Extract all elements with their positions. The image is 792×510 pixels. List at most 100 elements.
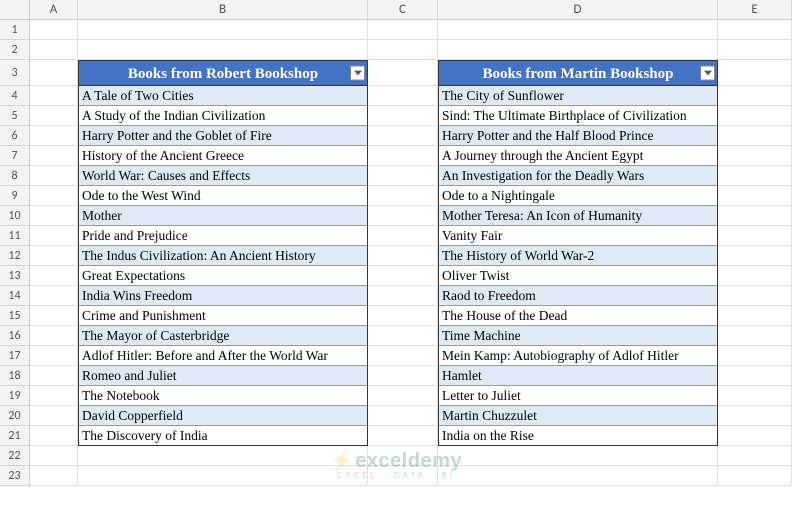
cell-E5[interactable] — [718, 106, 792, 126]
cell-E21[interactable] — [718, 426, 792, 446]
cell-A21[interactable] — [30, 426, 78, 446]
cell-E18[interactable] — [718, 366, 792, 386]
cell-A3[interactable] — [30, 60, 78, 86]
table-row[interactable]: The City of Sunflower — [438, 86, 718, 106]
cell-C15[interactable] — [368, 306, 438, 326]
cell-C14[interactable] — [368, 286, 438, 306]
cell-C10[interactable] — [368, 206, 438, 226]
table-row[interactable]: Great Expectations — [78, 266, 368, 286]
table-row[interactable]: The Discovery of India — [78, 426, 368, 446]
cell-A12[interactable] — [30, 246, 78, 266]
row-header-1[interactable]: 1 — [0, 20, 30, 40]
table-row[interactable]: Ode to a Nightingale — [438, 186, 718, 206]
row-header-10[interactable]: 10 — [0, 206, 30, 226]
cell-E6[interactable] — [718, 126, 792, 146]
cell-D22[interactable] — [438, 446, 718, 466]
row-header-6[interactable]: 6 — [0, 126, 30, 146]
row-header-11[interactable]: 11 — [0, 226, 30, 246]
cell-C6[interactable] — [368, 126, 438, 146]
row-header-8[interactable]: 8 — [0, 166, 30, 186]
cell-D2[interactable] — [438, 40, 718, 60]
table-row[interactable]: David Copperfield — [78, 406, 368, 426]
table-row[interactable]: Mein Kamp: Autobiography of Adlof Hitler — [438, 346, 718, 366]
cell-A13[interactable] — [30, 266, 78, 286]
spreadsheet-grid[interactable]: ABCDE123Books from Robert BookshopBooks … — [0, 0, 792, 486]
table-row[interactable]: The Mayor of Casterbridge — [78, 326, 368, 346]
cell-D1[interactable] — [438, 20, 718, 40]
cell-D23[interactable] — [438, 466, 718, 486]
row-header-14[interactable]: 14 — [0, 286, 30, 306]
table-row[interactable]: Harry Potter and the Goblet of Fire — [78, 126, 368, 146]
cell-E22[interactable] — [718, 446, 792, 466]
cell-A9[interactable] — [30, 186, 78, 206]
table-row[interactable]: Crime and Punishment — [78, 306, 368, 326]
row-header-2[interactable]: 2 — [0, 40, 30, 60]
table-row[interactable]: A Study of the Indian Civilization — [78, 106, 368, 126]
row-header-18[interactable]: 18 — [0, 366, 30, 386]
cell-A22[interactable] — [30, 446, 78, 466]
row-header-3[interactable]: 3 — [0, 60, 30, 86]
row-header-20[interactable]: 20 — [0, 406, 30, 426]
row-header-7[interactable]: 7 — [0, 146, 30, 166]
row-header-9[interactable]: 9 — [0, 186, 30, 206]
cell-C7[interactable] — [368, 146, 438, 166]
table-row[interactable]: Mother — [78, 206, 368, 226]
cell-C17[interactable] — [368, 346, 438, 366]
cell-C4[interactable] — [368, 86, 438, 106]
table-row[interactable]: The History of World War-2 — [438, 246, 718, 266]
table-row[interactable]: Time Machine — [438, 326, 718, 346]
cell-E10[interactable] — [718, 206, 792, 226]
cell-C2[interactable] — [368, 40, 438, 60]
cell-A8[interactable] — [30, 166, 78, 186]
cell-E20[interactable] — [718, 406, 792, 426]
cell-A1[interactable] — [30, 20, 78, 40]
table-row[interactable]: Mother Teresa: An Icon of Humanity — [438, 206, 718, 226]
cell-E3[interactable] — [718, 60, 792, 86]
table-row[interactable]: Sind: The Ultimate Birthplace of Civiliz… — [438, 106, 718, 126]
cell-A14[interactable] — [30, 286, 78, 306]
cell-A5[interactable] — [30, 106, 78, 126]
table-row[interactable]: An Investigation for the Deadly Wars — [438, 166, 718, 186]
cell-E13[interactable] — [718, 266, 792, 286]
cell-C8[interactable] — [368, 166, 438, 186]
row-header-23[interactable]: 23 — [0, 466, 30, 486]
table-row[interactable]: Hamlet — [438, 366, 718, 386]
cell-C18[interactable] — [368, 366, 438, 386]
cell-C20[interactable] — [368, 406, 438, 426]
row-header-21[interactable]: 21 — [0, 426, 30, 446]
cell-E12[interactable] — [718, 246, 792, 266]
table-row[interactable]: Oliver Twist — [438, 266, 718, 286]
cell-C11[interactable] — [368, 226, 438, 246]
column-header-A[interactable]: A — [30, 0, 78, 20]
cell-B22[interactable] — [78, 446, 368, 466]
table-row[interactable]: World War: Causes and Effects — [78, 166, 368, 186]
table-row[interactable]: Vanity Fair — [438, 226, 718, 246]
cell-E14[interactable] — [718, 286, 792, 306]
cell-C12[interactable] — [368, 246, 438, 266]
row-header-12[interactable]: 12 — [0, 246, 30, 266]
table-row[interactable]: Harry Potter and the Half Blood Prince — [438, 126, 718, 146]
select-all-corner[interactable] — [0, 0, 30, 20]
cell-C5[interactable] — [368, 106, 438, 126]
cell-E4[interactable] — [718, 86, 792, 106]
cell-E17[interactable] — [718, 346, 792, 366]
cell-A18[interactable] — [30, 366, 78, 386]
cell-E16[interactable] — [718, 326, 792, 346]
column-header-C[interactable]: C — [368, 0, 438, 20]
cell-E23[interactable] — [718, 466, 792, 486]
column-header-D[interactable]: D — [438, 0, 718, 20]
cell-A7[interactable] — [30, 146, 78, 166]
row-header-19[interactable]: 19 — [0, 386, 30, 406]
cell-C19[interactable] — [368, 386, 438, 406]
cell-E11[interactable] — [718, 226, 792, 246]
row-header-13[interactable]: 13 — [0, 266, 30, 286]
row-header-22[interactable]: 22 — [0, 446, 30, 466]
table-row[interactable]: Raod to Freedom — [438, 286, 718, 306]
row-header-16[interactable]: 16 — [0, 326, 30, 346]
table-row[interactable]: A Journey through the Ancient Egypt — [438, 146, 718, 166]
cell-A15[interactable] — [30, 306, 78, 326]
cell-E8[interactable] — [718, 166, 792, 186]
cell-C3[interactable] — [368, 60, 438, 86]
table-row[interactable]: Adlof Hitler: Before and After the World… — [78, 346, 368, 366]
cell-A19[interactable] — [30, 386, 78, 406]
